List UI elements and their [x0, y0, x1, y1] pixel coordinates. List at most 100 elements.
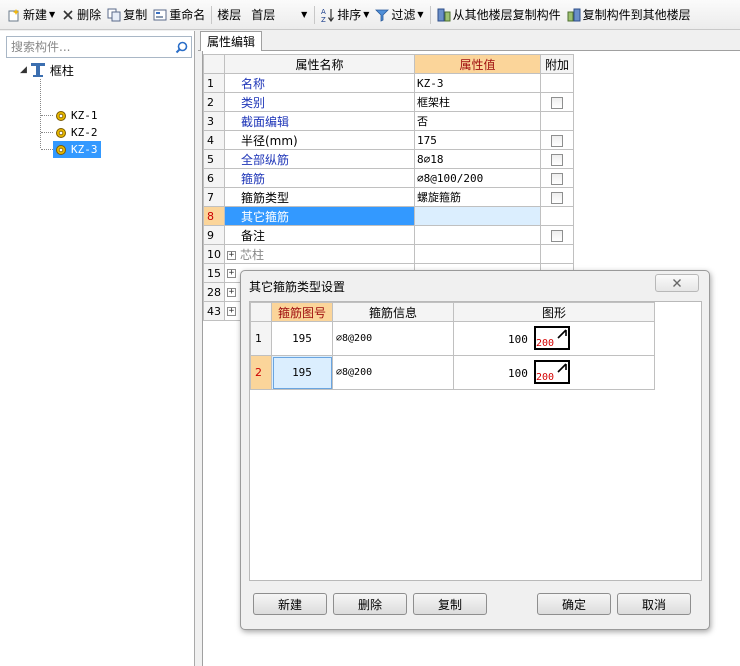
dialog-new-button[interactable]: 新建 [253, 593, 327, 615]
property-name-cell[interactable]: 箍筋 [224, 168, 415, 188]
new-icon [8, 8, 19, 21]
table-row[interactable]: 9 备注 [203, 225, 574, 245]
property-value-cell[interactable]: 175 [414, 130, 541, 150]
property-name-cell[interactable]: 名称 [224, 73, 415, 93]
table-row[interactable]: 7 箍筋类型 螺旋箍筋 [203, 187, 574, 207]
expand-plus-icon[interactable]: + [227, 307, 236, 316]
table-row[interactable]: 5 全部纵筋 8⌀18 [203, 149, 574, 169]
filter-button[interactable]: 过滤 ▼ [372, 3, 426, 27]
table-row[interactable]: 1 195 ⌀8@200 100 200 [250, 321, 655, 356]
stirrup-info-cell[interactable]: ⌀8@200 [332, 355, 454, 390]
tree-item-kz3[interactable]: KZ-3 [41, 141, 101, 158]
row-number: 8 [203, 206, 225, 226]
property-value-cell[interactable] [414, 244, 541, 264]
stirrup-code-header[interactable]: 箍筋图号 [271, 302, 333, 322]
copy-button[interactable]: 复制 [104, 3, 150, 27]
property-value-cell[interactable] [414, 225, 541, 245]
property-value-cell[interactable]: 螺旋箍筋 [414, 187, 541, 207]
tab-strip: 属性编辑 [198, 31, 740, 51]
row-number: 1 [250, 321, 272, 356]
property-name-cell[interactable]: 类别 [224, 92, 415, 112]
property-name-cell[interactable]: 其它箍筋 [224, 206, 415, 226]
extra-checkbox[interactable] [551, 172, 563, 185]
stirrup-shape-cell[interactable]: 100 200 [453, 355, 655, 390]
delete-button[interactable]: 删除 [58, 3, 104, 27]
property-extra-header[interactable]: 附加 [540, 54, 574, 74]
property-name-cell[interactable]: 全部纵筋 [224, 149, 415, 169]
copy-to-floor-icon [567, 8, 581, 21]
property-value-cell[interactable]: KZ-3 [414, 73, 541, 93]
extra-cell [540, 206, 574, 226]
tree-item-kz1[interactable]: KZ-1 [41, 107, 101, 124]
stirrup-shape-header[interactable]: 图形 [453, 302, 655, 322]
extra-checkbox[interactable] [551, 153, 563, 166]
property-value-cell[interactable]: 否 [414, 111, 541, 131]
expand-plus-icon[interactable]: + [227, 269, 236, 278]
property-name-cell[interactable]: 备注 [224, 225, 415, 245]
stirrup-info-cell[interactable]: ⌀8@200 [332, 321, 454, 356]
table-row[interactable]: 4 半径(mm) 175 [203, 130, 574, 150]
tree-item-kz2[interactable]: KZ-2 [41, 124, 101, 141]
property-name-cell[interactable]: 截面编辑 [224, 111, 415, 131]
collapse-triangle-icon[interactable]: ◢ [20, 65, 27, 75]
rename-button[interactable]: 重命名 [150, 3, 208, 27]
stirrup-shape-cell[interactable]: 100 200 [453, 321, 655, 356]
tree-item-node[interactable]: KZ-3 [53, 141, 101, 158]
dialog-close-button[interactable] [655, 274, 699, 292]
expand-plus-icon[interactable]: + [227, 250, 236, 260]
table-row-selected[interactable]: 8 其它箍筋 [203, 206, 574, 226]
tree-item-node[interactable]: KZ-1 [53, 107, 101, 124]
copy-to-floor-button[interactable]: 复制构件到其他楼层 [564, 3, 694, 27]
extra-checkbox[interactable] [551, 96, 563, 109]
dialog-cancel-button[interactable]: 取消 [617, 593, 691, 615]
copy-from-floor-label: 从其他楼层复制构件 [452, 8, 561, 22]
table-row[interactable]: 2 类别 框架柱 [203, 92, 574, 112]
floor-select[interactable]: 首层 ▼ [247, 5, 311, 25]
extra-cell [540, 225, 574, 245]
extra-checkbox[interactable] [551, 134, 563, 147]
extra-checkbox[interactable] [551, 229, 563, 242]
extra-checkbox[interactable] [551, 191, 563, 204]
property-name: 芯柱 [240, 247, 265, 262]
property-name-header[interactable]: 属性名称 [224, 54, 415, 74]
property-name-cell[interactable]: 箍筋类型 [224, 187, 415, 207]
property-value-header[interactable]: 属性值 [414, 54, 541, 74]
property-name-cell[interactable]: 半径(mm) [224, 130, 415, 150]
table-row[interactable]: 1 名称 KZ-3 [203, 73, 574, 93]
property-value-cell[interactable]: 8⌀18 [414, 149, 541, 169]
close-icon [673, 279, 681, 287]
table-row[interactable]: 6 箍筋 ⌀8@100/200 [203, 168, 574, 188]
sort-button[interactable]: A Z 排序 ▼ [318, 3, 372, 27]
tab-property-edit[interactable]: 属性编辑 [200, 31, 263, 51]
hook-icon [557, 363, 567, 373]
search-icon[interactable] [171, 41, 191, 54]
table-row-selected[interactable]: 2 195 ⌀8@200 100 200 [250, 355, 655, 390]
stirrup-code-cell[interactable]: 195 [271, 321, 333, 356]
property-value-cell[interactable]: ⌀8@100/200 [414, 168, 541, 188]
extra-cell [540, 73, 574, 93]
tree-item-node[interactable]: KZ-2 [53, 124, 101, 141]
property-name-cell[interactable]: + 芯柱 [224, 244, 415, 264]
column-category-icon [30, 63, 45, 77]
column-gear-icon [56, 144, 66, 155]
expand-plus-icon[interactable]: + [227, 288, 236, 297]
rename-icon [153, 9, 167, 20]
table-row[interactable]: 3 截面编辑 否 [203, 111, 574, 131]
copy-from-floor-button[interactable]: 从其他楼层复制构件 [434, 3, 564, 27]
dialog-delete-button[interactable]: 删除 [333, 593, 407, 615]
stirrup-code-cell[interactable]: 195 [271, 355, 333, 390]
filter-icon [375, 9, 390, 22]
new-dropdown-arrow-icon[interactable]: ▼ [49, 10, 55, 19]
new-button[interactable]: 新建 ▼ [4, 3, 58, 27]
table-row-group[interactable]: 10 + 芯柱 [203, 244, 574, 264]
property-value-cell[interactable] [414, 206, 541, 226]
new-button-label: 新建 [23, 8, 48, 22]
property-value-cell[interactable]: 框架柱 [414, 92, 541, 112]
row-number: 2 [250, 355, 272, 390]
stirrup-info-header[interactable]: 箍筋信息 [332, 302, 454, 322]
tree-root-frame-column[interactable]: ◢ 框柱 [20, 61, 74, 79]
dialog-copy-button[interactable]: 复制 [413, 593, 487, 615]
search-input[interactable] [7, 38, 171, 56]
dialog-ok-button[interactable]: 确定 [537, 593, 611, 615]
extra-cell [540, 92, 574, 112]
